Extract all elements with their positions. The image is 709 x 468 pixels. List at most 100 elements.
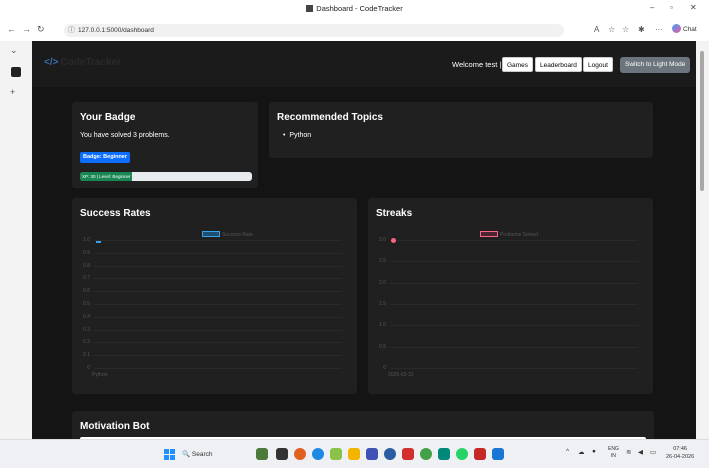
tab-favicon-icon [306,5,314,12]
app-icon[interactable] [438,448,450,460]
y-tick-label: 0 [87,365,90,371]
streaks-title: Streaks [376,208,413,219]
file-explorer-icon[interactable] [348,448,360,460]
app-icon[interactable] [384,448,396,460]
gridline [94,342,342,344]
games-button[interactable]: Games [502,57,533,72]
scrollbar-thumb[interactable] [700,51,704,191]
app-icon[interactable] [474,448,486,460]
motivation-bot-title: Motivation Bot [80,421,150,432]
favorites-icon[interactable]: ☆ [622,25,629,34]
gridline [94,368,342,369]
topics-card-title: Recommended Topics [277,112,383,123]
welcome-text: Welcome test | [452,60,502,69]
problems-solved-legend[interactable]: Problems Solved [480,231,538,238]
y-tick-label: 0.2 [83,339,90,346]
x-tick-label: 2026-03-31 [388,372,414,378]
gridline [94,329,342,331]
site-info-icon[interactable]: ⓘ [68,24,75,37]
gridline [94,291,342,293]
y-tick-label: 1.0 [379,322,386,329]
maximize-icon[interactable]: ▫ [670,3,673,12]
theme-toggle-button[interactable]: Switch to Light Mode [620,57,691,73]
windows-start-icon[interactable] [164,449,175,460]
input-language[interactable]: ENG IN [608,446,619,460]
gridline [390,325,638,327]
app-icon[interactable] [294,448,306,460]
volume-icon[interactable]: ◀ [638,448,643,456]
legend-swatch [480,231,498,237]
gridline [390,282,638,284]
task-view-icon[interactable] [276,448,288,460]
collapse-tabs-icon[interactable]: ⌄ [10,45,18,56]
chrome-icon[interactable] [420,448,432,460]
y-tick-label: 0.1 [83,352,90,359]
gridline [390,261,638,263]
y-tick-label: 0.4 [83,313,90,320]
wifi-icon[interactable]: ≋ [626,448,631,456]
gridline [94,265,342,267]
y-tick-label: 3.0 [379,237,386,243]
motivation-bot-card: Motivation Bot [72,411,654,439]
window-title: Dashboard - CodeTracker [0,4,709,13]
gridline [94,240,342,241]
y-tick-label: 1.0 [83,237,90,243]
gridline [94,355,342,357]
url-field[interactable]: ⓘ 127.0.0.1:5000/dashboard [64,24,564,37]
opera-icon[interactable] [402,448,414,460]
y-tick-label: 0.6 [83,288,90,295]
y-tick-label: 0.5 [83,301,90,307]
bar[interactable] [96,241,101,243]
more-menu-icon[interactable]: ··· [655,25,663,34]
extensions-icon[interactable]: ✱ [638,25,645,34]
gridline [390,346,638,348]
gridline [390,304,638,305]
read-aloud-icon[interactable]: A [594,25,599,34]
gridline [94,316,342,318]
refresh-icon[interactable]: ↻ [37,24,45,35]
new-tab-icon[interactable]: + [10,87,15,97]
app-icon[interactable] [330,448,342,460]
taskbar-search[interactable]: 🔍 Search [180,447,242,462]
back-icon[interactable]: ← [7,24,16,34]
cloud-icon[interactable]: ☁ [578,448,585,456]
edge-icon[interactable] [312,448,324,460]
vscode-icon[interactable] [492,448,504,460]
whatsapp-icon[interactable] [456,448,468,460]
close-icon[interactable]: ✕ [690,3,697,12]
minimize-icon[interactable]: – [650,3,654,12]
success-rates-title: Success Rates [80,208,151,219]
widgets-icon[interactable] [256,448,268,460]
leaderboard-button[interactable]: Leaderboard [535,57,582,72]
system-clock[interactable]: 07:46 26-04-2026 [666,445,694,461]
brand-link[interactable]: </> CodeTracker [44,57,121,68]
y-tick-label: 0.7 [83,275,90,282]
x-tick-label: Python [92,372,108,378]
gridline [94,252,342,254]
gridline [390,368,638,369]
favorite-star-icon[interactable]: ☆ [608,25,615,34]
tab-favicon-icon[interactable] [11,67,21,77]
data-point[interactable] [391,238,396,243]
copilot-button[interactable]: Chat [672,24,697,33]
tray-app-icon[interactable]: ● [592,448,596,455]
dashboard-page: </> CodeTracker Welcome test | Games Lead… [32,41,696,439]
page-scrollbar[interactable] [696,41,709,439]
topic-list-item: • Python [283,132,312,139]
badge-card-title: Your Badge [80,112,136,123]
recommended-topics-card: Recommended Topics • Python [269,102,653,158]
forward-icon[interactable]: → [22,24,31,34]
brand-logo-icon: </> [44,57,59,68]
y-tick-label: 0.5 [379,343,386,350]
logout-button[interactable]: Logout [583,57,613,72]
browser-title-bar: Dashboard - CodeTracker – ▫ ✕ [0,0,709,20]
y-tick-label: 0.3 [83,326,90,333]
success-rate-legend[interactable]: Success Rate [202,231,253,238]
app-icon[interactable] [366,448,378,460]
xp-progress-fill: XP: 30 | Level: Beginner [80,172,132,181]
battery-icon[interactable]: ▭ [650,448,656,456]
badge-card: Your Badge You have solved 3 problems. B… [72,102,258,188]
xp-progress-bar: XP: 30 | Level: Beginner [80,172,252,181]
tray-chevron-icon[interactable]: ^ [566,448,569,455]
gridline [94,304,342,305]
